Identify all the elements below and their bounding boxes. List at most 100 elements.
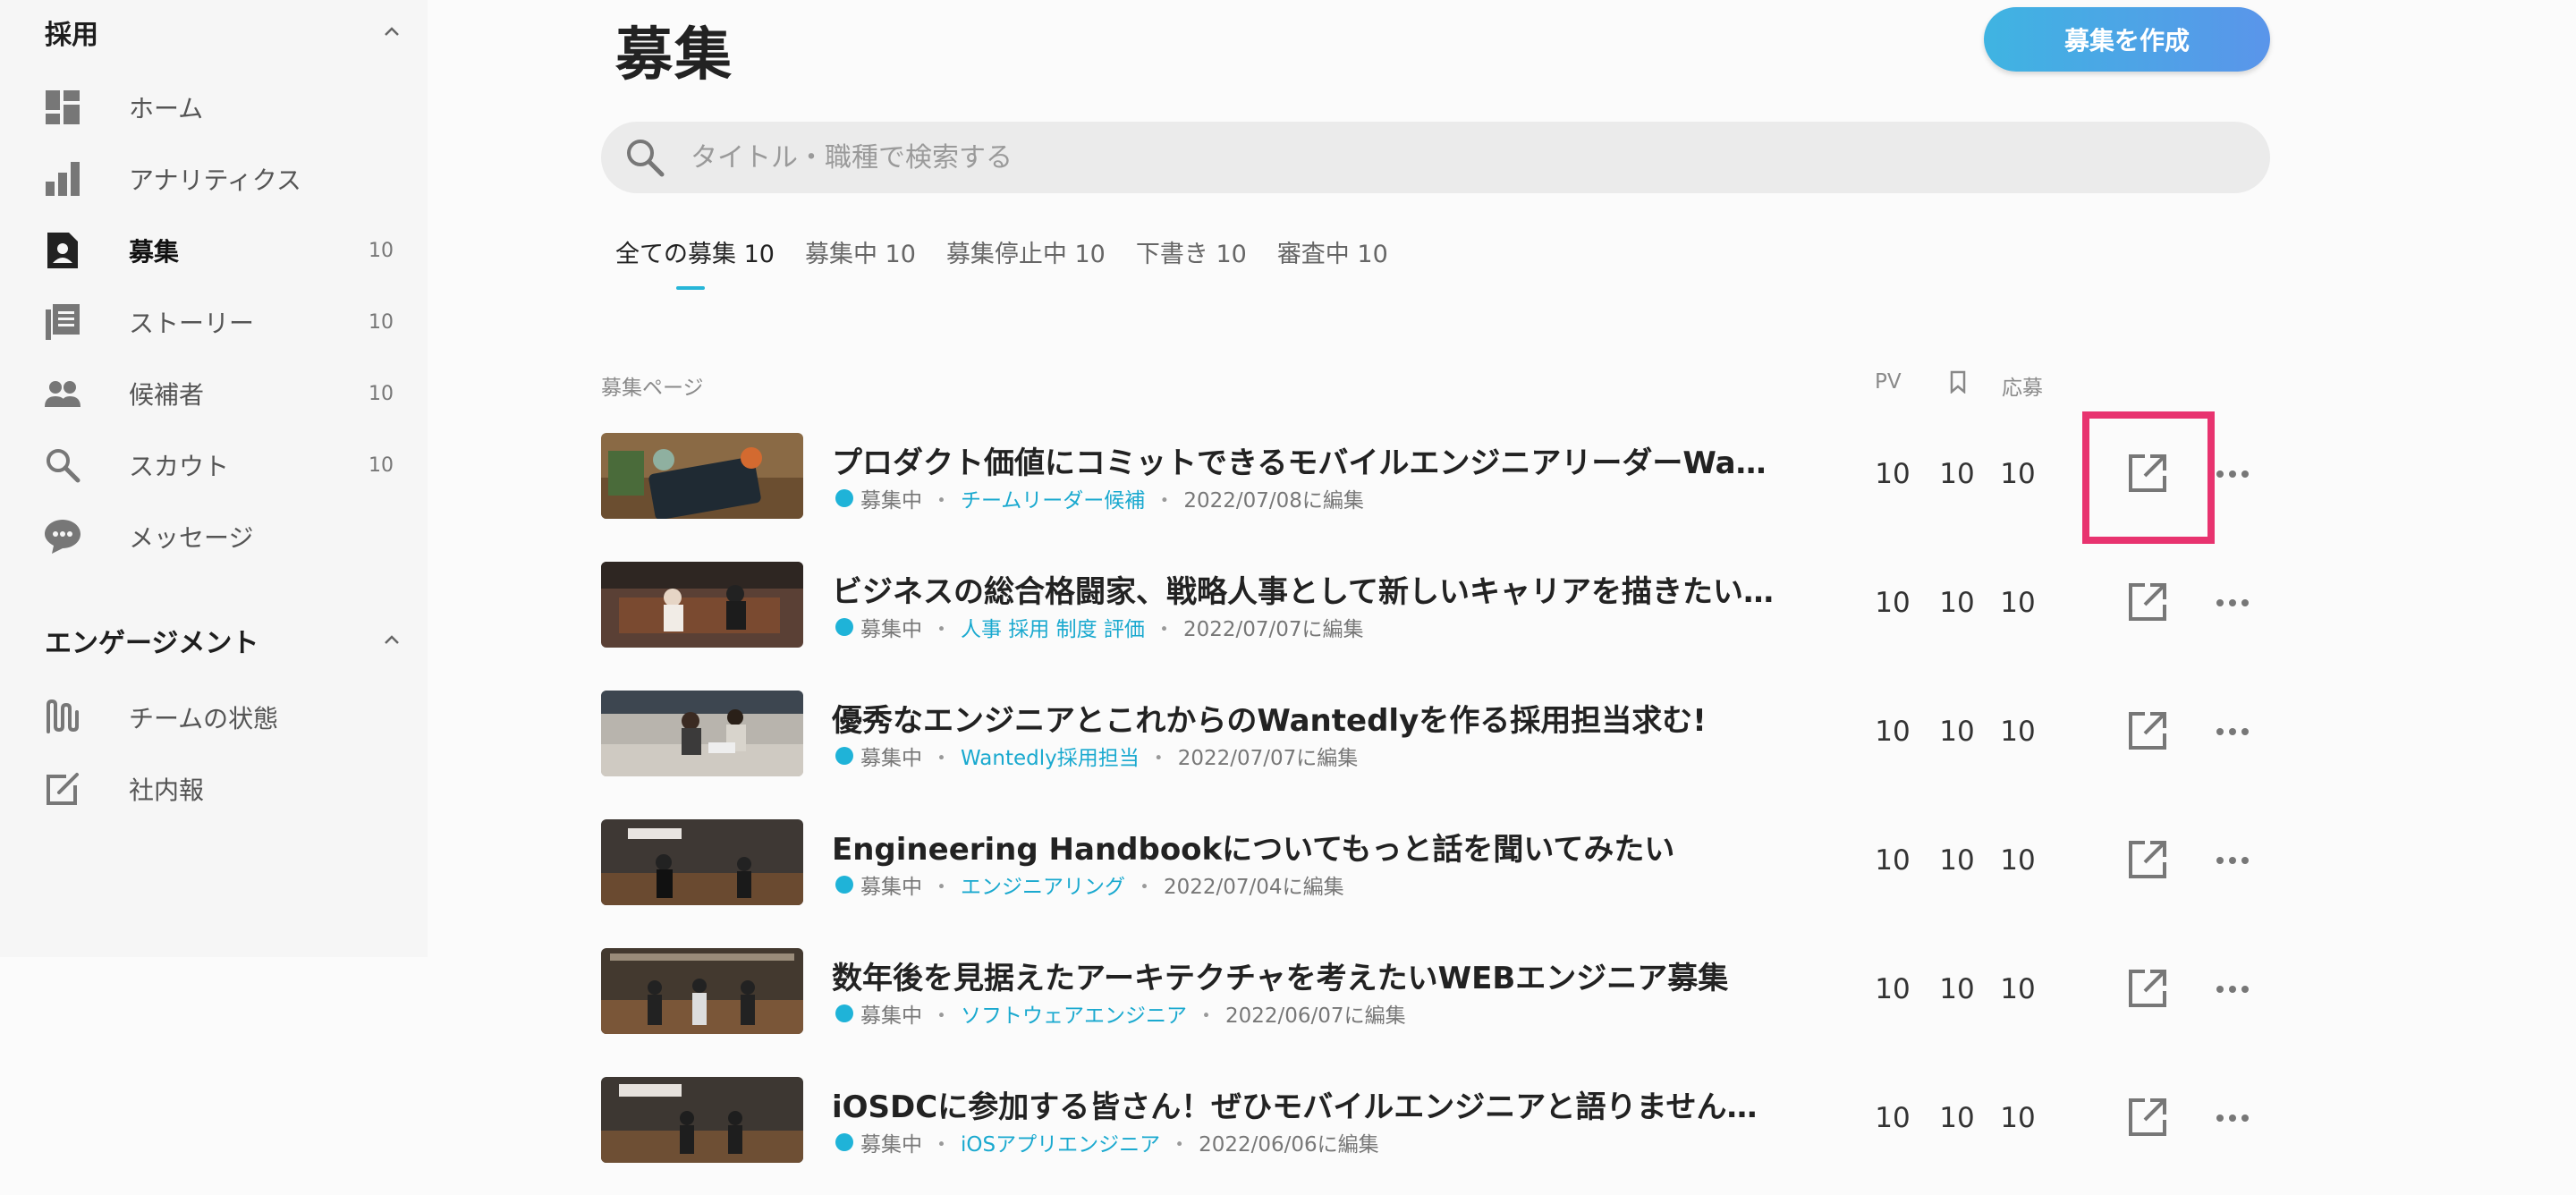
job-category-tag[interactable]: Wantedly採用担当 [961,741,1140,771]
job-meta: 募集中 ・ Wantedly採用担当 ・ 2022/07/07に編集 [835,741,1358,771]
edited-date: 2022/07/07に編集 [1177,747,1359,770]
sidebar-item-label: 候補者 [129,380,205,410]
job-category-tag[interactable]: ソフトウェアエンジニア [961,998,1187,1029]
more-options-icon[interactable] [2213,587,2252,619]
pv-count: 10 [1875,716,1911,748]
job-title-link[interactable]: ビジネスの総合格闘家、戦略人事として新しいキャリアを描きたい人... [832,567,1780,611]
chevron-up-icon[interactable] [381,21,402,43]
job-category-tag[interactable]: チームリーダー候補 [961,483,1145,513]
sidebar-item-count: 10 [369,239,394,262]
job-category-tag[interactable]: iOSアプリエンジニア [961,1127,1160,1157]
search-input[interactable] [691,131,2270,184]
external-link-icon[interactable] [2127,453,2168,494]
edit-note-icon [45,771,80,807]
dashboard-icon [45,89,80,125]
job-category-tag[interactable]: 人事 採用 制度 評価 [961,612,1145,642]
external-link-icon[interactable] [2127,710,2168,751]
table-row[interactable]: 優秀なエンジニアとこれからのWantedlyを作る採用担当求む! 募集中 ・ W… [601,682,2270,780]
more-options-icon[interactable] [2213,458,2252,490]
status-dot [835,747,853,765]
job-thumbnail [601,433,803,519]
story-icon [45,304,80,340]
application-count: 10 [2000,973,2036,1005]
create-job-button[interactable]: 募集を作成 [1984,7,2270,72]
status-badge: 募集中 [860,1133,922,1157]
sidebar-item-recruit[interactable]: 募集 10 [45,225,402,275]
table-row[interactable]: iOSDCに参加する皆さん！ぜひモバイルエンジニアと語りませんか？ 募集中 ・ … [601,1068,2270,1166]
sidebar-item-label: ホーム [129,94,204,123]
tab-drafts[interactable]: 下書き 10 [1136,234,1247,288]
external-link-icon[interactable] [2127,1097,2168,1138]
search-icon [627,140,665,177]
status-badge: 募集中 [860,1004,922,1028]
job-title-link[interactable]: 数年後を見据えたアーキテクチャを考えたいWEBエンジニア募集 [832,953,1780,997]
chevron-up-icon[interactable] [381,630,402,651]
job-title-link[interactable]: 優秀なエンジニアとこれからのWantedlyを作る採用担当求む! [832,696,1780,740]
sidebar-section-engagement[interactable]: エンゲージメント [45,623,402,659]
job-thumbnail [601,1077,803,1163]
more-options-icon[interactable] [2213,716,2252,748]
sidebar-item-home[interactable]: ホーム [45,82,402,132]
bar-chart-icon [45,161,80,197]
tab-paused[interactable]: 募集停止中 10 [946,234,1106,288]
search-bar[interactable] [601,122,2270,193]
job-title-link[interactable]: Engineering Handbookについてもっと話を聞いてみたい [832,825,1780,869]
application-count: 10 [2000,716,2036,748]
edited-date: 2022/07/08に編集 [1183,489,1364,513]
edited-date: 2022/07/07に編集 [1182,618,1364,641]
sidebar-item-scout[interactable]: スカウト 10 [45,440,402,490]
sidebar-item-label: ストーリー [129,309,255,338]
edited-date: 2022/07/04に編集 [1164,876,1344,899]
table-row[interactable]: Engineering Handbookについてもっと話を聞いてみたい 募集中 … [601,810,2270,909]
sidebar-item-count: 10 [369,453,394,477]
bookmark-count: 10 [1939,1102,1975,1134]
status-badge: 募集中 [860,618,922,641]
sidebar-item-label: アナリティクス [129,165,301,195]
more-options-icon[interactable] [2213,844,2252,877]
sidebar-item-candidates[interactable]: 候補者 10 [45,369,402,419]
sidebar-item-team-status[interactable]: チームの状態 [45,692,402,742]
sidebar-item-label: 社内報 [129,775,205,805]
edited-date: 2022/06/07に編集 [1225,1004,1406,1028]
pv-count: 10 [1875,973,1911,1005]
external-link-icon[interactable] [2127,839,2168,880]
external-link-icon[interactable] [2127,968,2168,1009]
more-options-icon[interactable] [2213,973,2252,1005]
status-dot [835,1004,853,1022]
tab-all[interactable]: 全ての募集 10 [615,234,775,290]
application-count: 10 [2000,587,2036,619]
tab-under-review[interactable]: 審査中 10 [1277,234,1388,288]
bookmark-count: 10 [1939,973,1975,1005]
job-title-link[interactable]: iOSDCに参加する皆さん！ぜひモバイルエンジニアと語りませんか？ [832,1082,1780,1126]
application-count: 10 [2000,458,2036,490]
sidebar-item-story[interactable]: ストーリー 10 [45,297,402,347]
sidebar-section-title: エンゲージメント [45,628,259,659]
status-dot [835,876,853,894]
chat-bubble-icon [45,519,80,555]
job-meta: 募集中 ・ iOSアプリエンジニア ・ 2022/06/06に編集 [835,1127,1379,1157]
sidebar-item-message[interactable]: メッセージ [45,512,402,562]
sidebar-section-recruit[interactable]: 採用 [45,14,402,51]
column-header-apply: 応募 [2002,377,2043,400]
column-header-page: 募集ページ [601,377,704,400]
bookmark-count: 10 [1939,716,1975,748]
table-row[interactable]: ビジネスの総合格闘家、戦略人事として新しいキャリアを描きたい人... 募集中 ・… [601,553,2270,651]
job-category-tag[interactable]: エンジニアリング [961,869,1125,900]
pv-count: 10 [1875,844,1911,877]
table-row[interactable]: 数年後を見据えたアーキテクチャを考えたいWEBエンジニア募集 募集中 ・ ソフト… [601,939,2270,1038]
tab-open[interactable]: 募集中 10 [805,234,916,288]
more-options-icon[interactable] [2213,1102,2252,1134]
job-thumbnail [601,691,803,776]
table-row[interactable]: プロダクト価値にコミットできるモバイルエンジニアリーダーWante... 募集中… [601,424,2270,522]
search-icon [45,447,80,483]
bookmark-count: 10 [1939,587,1975,619]
status-badge: 募集中 [860,489,922,513]
sidebar-item-analytics[interactable]: アナリティクス [45,154,402,204]
external-link-icon[interactable] [2127,581,2168,623]
sidebar-item-company-news[interactable]: 社内報 [45,764,402,814]
bookmark-count: 10 [1939,844,1975,877]
sidebar-item-label: チームの状態 [129,704,279,733]
column-header-pv: PV [1875,370,1902,394]
job-title-link[interactable]: プロダクト価値にコミットできるモバイルエンジニアリーダーWante... [832,438,1780,482]
job-thumbnail [601,562,803,648]
